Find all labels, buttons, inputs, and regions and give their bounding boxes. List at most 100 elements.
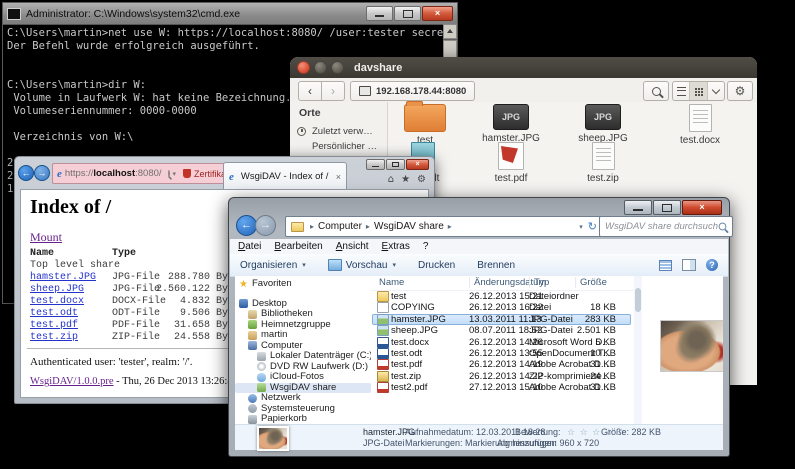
refresh-icon[interactable]: ↻	[588, 220, 597, 233]
close-button[interactable]: ×	[422, 6, 453, 21]
file-link[interactable]: test.odt	[30, 308, 78, 319]
forward-icon: →	[38, 168, 47, 178]
change-view-icon[interactable]	[659, 260, 672, 271]
view-options-button[interactable]	[708, 82, 724, 100]
settings-button[interactable]: ⚙	[727, 81, 753, 101]
file-row[interactable]: hamster.JPG 13.03.2011 11:13 JPG-Datei 2…	[371, 314, 634, 325]
file-row[interactable]: test.zip 26.12.2013 14:22 ZIP-komprimier…	[371, 371, 634, 382]
forward-button[interactable]: ›	[321, 81, 345, 101]
menu-item[interactable]: Bearbeiten	[274, 241, 322, 252]
minimize-button[interactable]	[624, 200, 652, 215]
file-row[interactable]: test.pdf 26.12.2013 14:19 Adobe Acrobat …	[371, 359, 634, 370]
grid-view-button[interactable]	[690, 82, 707, 100]
list-view-button[interactable]	[673, 82, 690, 100]
back-button[interactable]: ←	[18, 165, 34, 181]
close-button[interactable]: ×	[406, 159, 429, 170]
column-header-type[interactable]: Typ	[529, 277, 549, 288]
file-grid-item[interactable]: test.pdf	[469, 142, 553, 184]
tree-item-label: iCloud-Fotos	[270, 372, 324, 383]
scroll-up-icon[interactable]	[443, 24, 457, 39]
minimize-button[interactable]	[366, 6, 393, 21]
details-rating-label: Bewertung:	[515, 427, 561, 437]
list-scrollbar[interactable]	[634, 276, 642, 425]
maximize-button[interactable]	[394, 6, 421, 21]
forward-button[interactable]: →	[255, 215, 276, 236]
file-link[interactable]: test.pdf	[30, 320, 78, 331]
menu-item[interactable]: Ansicht	[336, 241, 369, 252]
file-row[interactable]: sheep.JPG 08.07.2011 18:52 JPG-Datei 2.5…	[371, 325, 634, 336]
preview-pane-icon[interactable]	[682, 259, 696, 271]
mount-link[interactable]: Mount	[30, 230, 62, 245]
toolbar-button[interactable]: Organisieren	[240, 260, 306, 271]
file-grid-item[interactable]: test	[383, 104, 467, 146]
sidebar-tree-item[interactable]: WsgiDAV share	[235, 383, 371, 394]
file-link[interactable]: test.docx	[30, 296, 84, 307]
back-button[interactable]: ‹	[298, 81, 322, 101]
close-button[interactable]	[297, 61, 310, 74]
toolbar-button[interactable]: Drucken	[418, 260, 455, 271]
file-row[interactable]: test2.pdf 27.12.2013 15:10 Adobe Acrobat…	[371, 382, 634, 393]
sidebar-tree-item[interactable]: Favoriten	[235, 279, 371, 290]
file-grid-item[interactable]: test.docx	[658, 104, 742, 146]
nautilus-title-bar[interactable]: davshare	[290, 57, 757, 78]
file-link[interactable]: hamster.JPG	[30, 272, 96, 283]
file-type-icon	[689, 104, 712, 132]
wsgidav-version-link[interactable]: WsgiDAV/1.0.0.pre	[30, 376, 114, 387]
favorites-star-icon[interactable]: ★	[401, 175, 410, 185]
search-box[interactable]: WsgiDAV share durchsuchen	[599, 216, 733, 237]
back-button[interactable]: ←	[236, 215, 257, 236]
file-type: DOCX-File	[112, 296, 166, 307]
file-link[interactable]: test.zip	[30, 332, 78, 343]
close-button[interactable]: ×	[682, 200, 722, 215]
sidebar-tree-item[interactable]: Bibliotheken	[235, 309, 371, 320]
file-link[interactable]: sheep.JPG	[30, 284, 84, 295]
column-header-name[interactable]: Name	[379, 277, 404, 288]
file-row[interactable]: test.docx 26.12.2013 14:26 Microsoft Wor…	[371, 337, 634, 348]
breadcrumb-item[interactable]: WsgiDAV share	[362, 221, 444, 232]
sidebar-tree-item[interactable]: Papierkorb	[235, 414, 371, 425]
address-breadcrumb-bar[interactable]: ComputerWsgiDAV share ▾ ↻	[285, 216, 603, 237]
toolbar-button[interactable]: Vorschau	[328, 259, 396, 271]
menu-item[interactable]: Datei	[238, 241, 261, 252]
file-row[interactable]: COPYING 26.12.2013 16:22 Datei 18 KB	[371, 302, 634, 313]
chevron-down-icon[interactable]: ▾	[579, 223, 583, 231]
tab-close-icon[interactable]: ×	[336, 172, 341, 182]
address-path-button[interactable]: 192.168.178.44:8080	[350, 81, 475, 101]
sidebar-tree-item[interactable]: iCloud-Fotos	[235, 372, 371, 383]
maximize-button[interactable]	[386, 159, 405, 170]
chevron-down-icon[interactable]: ▾	[173, 170, 177, 178]
sidebar-tree-item[interactable]: Heimnetzgruppe	[235, 320, 371, 331]
tree-item-label: martin	[261, 330, 287, 341]
close-icon: ×	[407, 160, 428, 169]
file-row[interactable]: test.odt 26.12.2013 13:55 OpenDocument T…	[371, 348, 634, 359]
menu-item[interactable]: Extras	[382, 241, 410, 252]
minimize-button[interactable]	[366, 159, 385, 170]
home-icon[interactable]: ⌂	[388, 175, 394, 185]
column-header-size[interactable]: Größe	[575, 277, 607, 288]
search-button[interactable]	[643, 81, 669, 101]
minimize-button[interactable]	[314, 61, 327, 74]
scrollbar-thumb[interactable]	[635, 288, 641, 312]
file-grid-item[interactable]: test.zip	[561, 142, 645, 184]
help-icon[interactable]: ?	[706, 259, 718, 271]
sidebar-tree-item[interactable]: Lokaler Datenträger (C:)	[235, 351, 371, 362]
browser-tab[interactable]: e WsgiDAV - Index of / ×	[223, 162, 347, 190]
sidebar-tree-item[interactable]: martin	[235, 330, 371, 341]
maximize-button[interactable]	[653, 200, 681, 215]
file-grid-item[interactable]: JPG hamster.JPG	[469, 104, 553, 144]
command-toolbar: Organisieren Vorschau Drucken Brennen ?	[230, 254, 728, 277]
maximize-button[interactable]	[331, 61, 344, 74]
sidebar-tree-item[interactable]: Netzwerk	[235, 393, 371, 404]
menu-item[interactable]: ?	[423, 241, 429, 252]
cmd-title-bar[interactable]: Administrator: C:\Windows\system32\cmd.e…	[3, 3, 457, 25]
file-row[interactable]: test 26.12.2013 15:21 Dateiordner	[371, 291, 634, 302]
search-icon[interactable]	[168, 170, 170, 177]
breadcrumb-item[interactable]: Computer	[306, 221, 362, 232]
file-grid-item[interactable]: JPG sheep.JPG	[561, 104, 645, 144]
file-type-icon	[592, 142, 615, 170]
gear-icon[interactable]: ⚙	[417, 175, 426, 185]
address-bar[interactable]: e https://localhost:8080/ ▾ Zertifikatfe…	[52, 163, 232, 184]
forward-button[interactable]: →	[34, 165, 50, 181]
toolbar-button[interactable]: Brennen	[477, 260, 515, 271]
certificate-error-icon[interactable]	[183, 169, 191, 178]
